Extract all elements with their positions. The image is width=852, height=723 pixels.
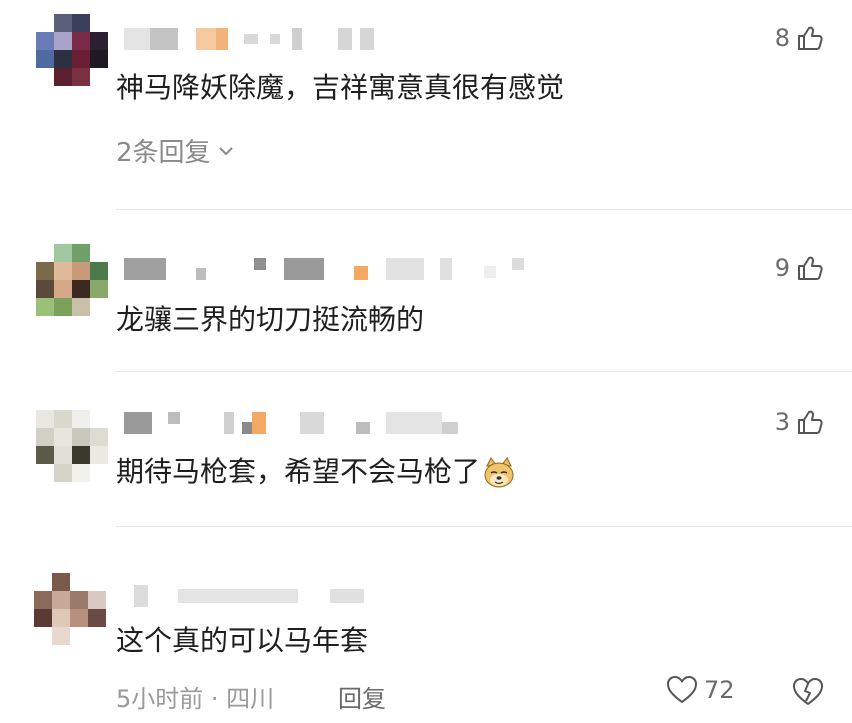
comment-time: 5小时前 — [116, 685, 204, 713]
reply-button[interactable]: 回复 — [338, 679, 386, 714]
like-count: 8 — [774, 24, 790, 52]
avatar[interactable] — [34, 573, 106, 645]
comment-1: 8 神马降妖除魔，吉祥寓意真很有感觉 2条回复 — [0, 0, 852, 210]
like-button[interactable]: 3 — [775, 408, 824, 436]
like-count: 72 — [704, 676, 735, 704]
comment-text: 期待马枪套，希望不会马枪了 — [116, 455, 481, 488]
comment-3: 3 期待马枪套，希望不会马枪了 — [0, 372, 852, 526]
avatar[interactable] — [36, 244, 108, 316]
meta-separator: · — [203, 685, 227, 713]
heart-icon — [667, 676, 697, 703]
avatar[interactable] — [36, 410, 108, 482]
comment-text: 龙骧三界的切刀挺流畅的 — [116, 303, 425, 336]
username-blurred[interactable] — [134, 585, 384, 607]
like-count: 3 — [774, 408, 790, 436]
expand-replies-button[interactable]: 2条回复 — [116, 132, 235, 169]
like-button[interactable]: 9 — [775, 254, 824, 282]
dislike-heart-icon[interactable] — [792, 677, 824, 707]
comment-location: 四川 — [226, 685, 275, 713]
comment-text: 神马降妖除魔，吉祥寓意真很有感觉 — [116, 71, 565, 104]
avatar-mosaic — [36, 410, 108, 482]
comment-meta: 5小时前 · 四川 — [116, 679, 274, 714]
username-blurred[interactable] — [124, 412, 464, 434]
like-count: 9 — [774, 254, 790, 282]
chevron-down-icon — [218, 146, 233, 155]
comment-text-row: 期待马枪套，希望不会马枪了 — [116, 454, 516, 490]
doge-emoji-icon — [484, 457, 514, 488]
avatar[interactable] — [36, 14, 108, 86]
replies-label: 2条回复 — [116, 138, 211, 168]
thumbs-up-icon — [798, 256, 823, 280]
thumbs-up-icon — [798, 410, 823, 434]
comment-4: 这个真的可以马年套 5小时前 · 四川 回复 72 — [0, 527, 852, 723]
avatar-mosaic — [34, 573, 106, 645]
username-blurred[interactable] — [124, 258, 544, 280]
comment-text: 这个真的可以马年套 — [116, 624, 369, 657]
avatar-mosaic — [36, 14, 108, 86]
comment-2: 9 龙骧三界的切刀挺流畅的 — [0, 210, 852, 370]
avatar-mosaic — [36, 244, 108, 316]
username-blurred[interactable] — [124, 28, 384, 50]
like-button[interactable]: 8 — [775, 24, 824, 52]
thumbs-up-icon — [798, 26, 823, 50]
like-button[interactable]: 72 — [666, 675, 735, 705]
